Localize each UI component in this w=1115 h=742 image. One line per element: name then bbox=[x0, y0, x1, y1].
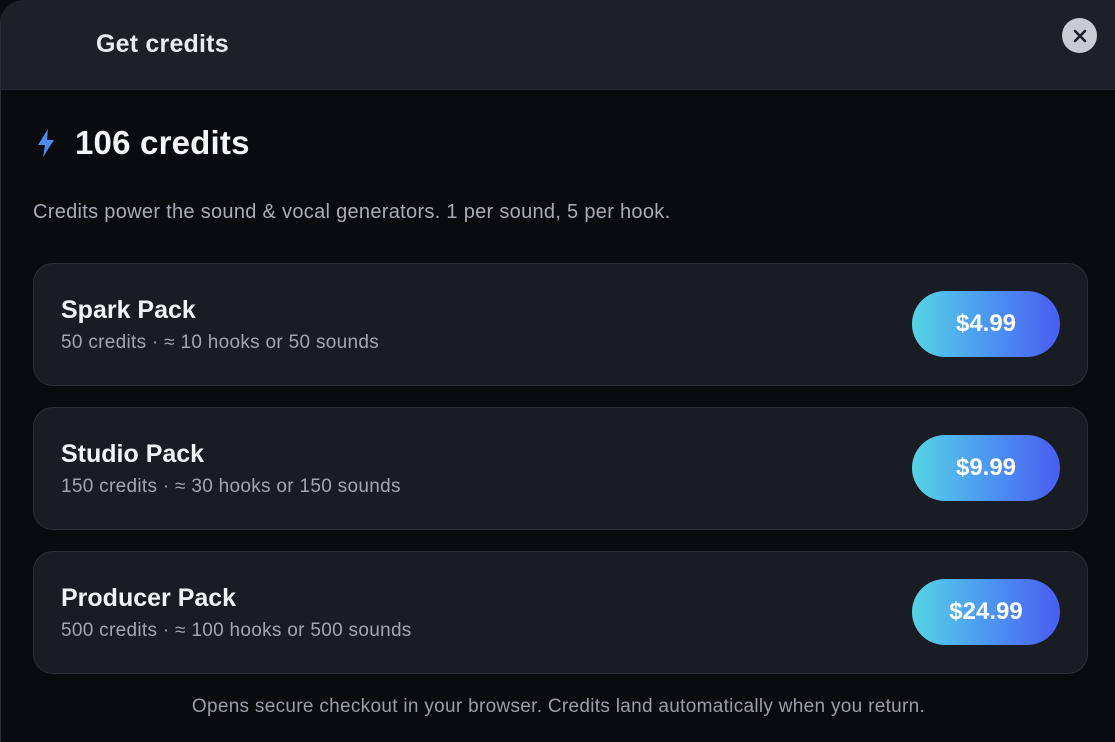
credits-description: Credits power the sound & vocal generato… bbox=[33, 201, 671, 223]
credit-balance: 106 credits bbox=[33, 122, 250, 164]
close-button[interactable] bbox=[1062, 18, 1097, 53]
pack-details: 150 credits · ≈ 30 hooks or 150 sounds bbox=[61, 476, 401, 497]
dialog-title: Get credits bbox=[96, 30, 229, 58]
buy-studio-pack-button[interactable]: $9.99 bbox=[912, 435, 1060, 501]
buy-producer-pack-button[interactable]: $24.99 bbox=[912, 579, 1060, 645]
pack-details: 500 credits · ≈ 100 hooks or 500 sounds bbox=[61, 620, 412, 641]
pack-name: Spark Pack bbox=[61, 296, 196, 324]
pack-name: Producer Pack bbox=[61, 584, 237, 612]
buy-spark-pack-button[interactable]: $4.99 bbox=[912, 291, 1060, 357]
credit-balance-text: 106 credits bbox=[75, 124, 250, 161]
pack-name: Studio Pack bbox=[61, 440, 205, 468]
checkout-note: Opens secure checkout in your browser. C… bbox=[191, 696, 926, 717]
pack-card-studio: Studio Pack 150 credits · ≈ 30 hooks or … bbox=[33, 407, 1088, 530]
pack-details: 50 credits · ≈ 10 hooks or 50 sounds bbox=[61, 332, 380, 353]
get-credits-dialog: Get credits 106 credits Credits power th… bbox=[0, 0, 1115, 742]
pack-card-producer: Producer Pack 500 credits · ≈ 100 hooks … bbox=[33, 551, 1088, 674]
dialog-header: Get credits bbox=[1, 0, 1115, 90]
pack-list: Spark Pack 50 credits · ≈ 10 hooks or 50… bbox=[33, 263, 1088, 695]
lightning-bolt-icon bbox=[33, 127, 59, 159]
close-icon bbox=[1073, 29, 1086, 42]
pack-card-spark: Spark Pack 50 credits · ≈ 10 hooks or 50… bbox=[33, 263, 1088, 386]
